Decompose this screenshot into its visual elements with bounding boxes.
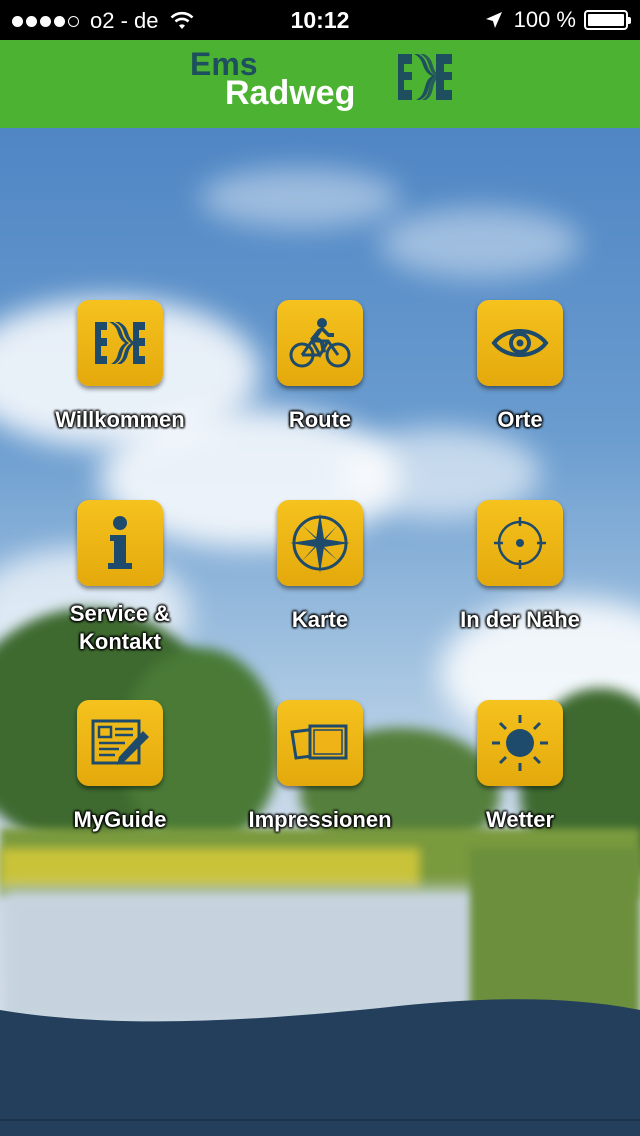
ems-radweg-logo-icon: [398, 54, 452, 100]
battery-icon: [584, 10, 631, 30]
menu-label: Karte: [291, 607, 349, 632]
menu-label: Route: [288, 407, 352, 432]
icon-tile: [77, 300, 163, 386]
target-icon: [494, 517, 546, 569]
menu-item-myguide[interactable]: MyGuide: [20, 700, 220, 834]
cyclist-icon: [289, 318, 351, 368]
menu-label: In der Nähe: [460, 607, 580, 632]
menu-label: Orte: [497, 407, 543, 432]
status-bar: o2 - de 10:12 100 %: [0, 0, 640, 40]
menu-item-impressionen[interactable]: Impressionen: [220, 700, 420, 834]
footer-wave: [0, 999, 640, 1136]
menu-label-multiline: Service & Kontakt: [20, 600, 220, 656]
logo-line2: Radweg: [225, 74, 356, 112]
menu-item-wetter[interactable]: Wetter: [420, 700, 620, 834]
sun-icon: [492, 715, 548, 771]
compass-rose-icon: [290, 513, 350, 573]
menu-item-willkommen[interactable]: Willkommen: [20, 300, 220, 434]
menu-item-karte[interactable]: Karte: [220, 500, 420, 634]
icon-tile: [77, 500, 163, 586]
icon-tile: [277, 700, 363, 786]
menu-label: MyGuide: [73, 807, 167, 832]
menu-label-line1: Service &: [69, 601, 171, 626]
notepad-pen-icon: [91, 719, 149, 765]
icon-tile: [277, 300, 363, 386]
ems-logo-icon: [95, 322, 145, 364]
menu-label: Impressionen: [248, 807, 392, 832]
menu-label-line2: Kontakt: [79, 629, 161, 654]
carrier-name: o2 - de: [90, 8, 159, 33]
menu-item-orte[interactable]: Orte: [420, 300, 620, 434]
signal-dots-icon: [12, 15, 82, 27]
photos-icon: [290, 724, 348, 760]
menu-label: Willkommen: [55, 407, 185, 432]
battery-percent: 100 %: [513, 7, 576, 32]
info-icon: [108, 516, 132, 569]
menu-label: Wetter: [485, 807, 555, 832]
icon-tile: [277, 500, 363, 586]
status-left: o2 - de: [12, 8, 195, 34]
eye-icon: [491, 329, 549, 357]
menu-item-route[interactable]: Route: [220, 300, 420, 434]
app-header: Ems Radweg: [0, 40, 640, 128]
menu-item-service-kontakt[interactable]: Service & Kontakt: [20, 500, 220, 656]
icon-tile: [477, 700, 563, 786]
app-logo-text: Ems Radweg: [190, 48, 355, 110]
location-arrow-icon: [485, 12, 502, 28]
icon-tile: [477, 500, 563, 586]
status-right: 100 %: [484, 7, 631, 33]
menu-item-in-der-naehe[interactable]: In der Nähe: [420, 500, 620, 634]
icon-tile: [77, 700, 163, 786]
icon-tile: [477, 300, 563, 386]
wifi-icon: [170, 11, 193, 29]
